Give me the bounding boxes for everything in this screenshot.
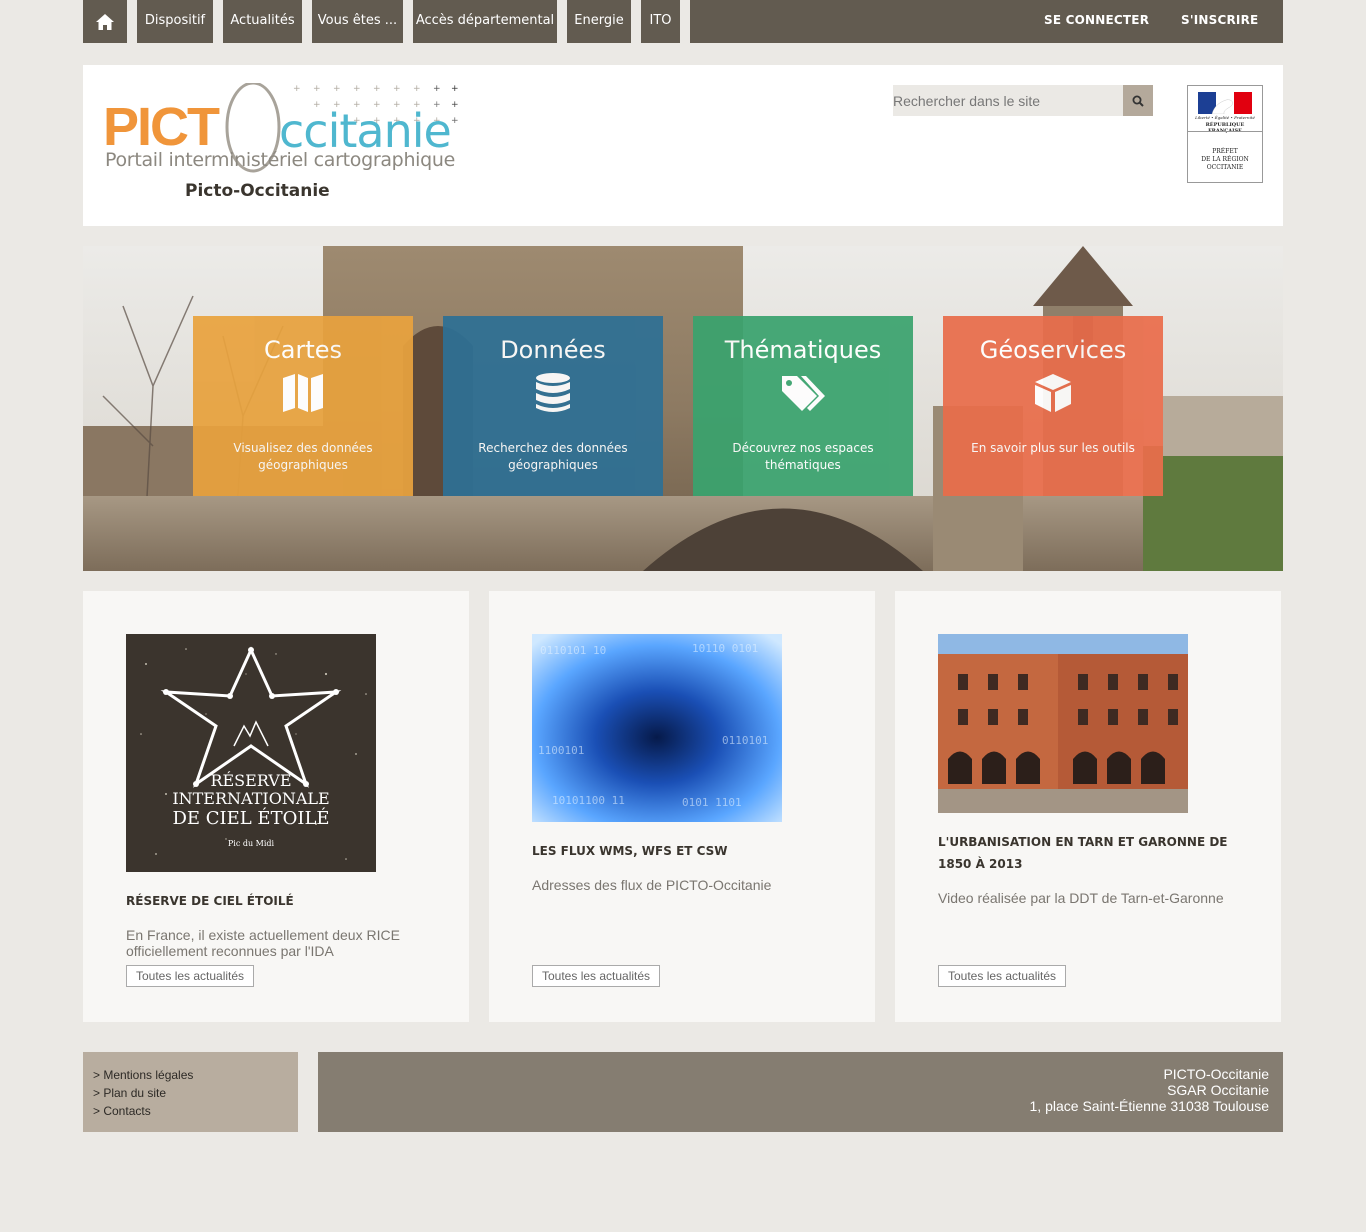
nav-separator	[302, 0, 312, 43]
tile-description: Recherchez des données géographiques	[478, 441, 628, 472]
news-card: 0110101 10 10110 0101 1100101 0110101 1010…	[489, 591, 875, 1022]
tile-thematiques[interactable]: Thématiques Découvrez nos espaces thémat…	[693, 316, 913, 496]
svg-text:+: +	[451, 84, 459, 94]
svg-text:PICT: PICT	[103, 97, 220, 157]
home-button[interactable]	[83, 0, 127, 43]
prefect-title: PRÉFET DE LA RÉGION OCCITANIE	[1188, 148, 1262, 172]
register-link[interactable]: S'INSCRIRE	[1181, 0, 1258, 43]
tile-title: Géoservices	[979, 336, 1127, 364]
news-image[interactable]: RÉSERVE INTERNATIONALE DE CIEL ÉTOILÉ Pi…	[126, 634, 376, 872]
nav-separator	[680, 0, 690, 43]
svg-text:+: +	[293, 84, 301, 94]
news-card: L'urbanisation en Tarn et Garonne de 185…	[895, 591, 1281, 1022]
map-icon	[283, 374, 323, 412]
svg-text:+: +	[451, 100, 459, 110]
footer-address-line: PICTO-Occitanie	[1163, 1066, 1269, 1082]
nav-separator	[403, 0, 413, 43]
news-card: RÉSERVE INTERNATIONALE DE CIEL ÉTOILÉ Pi…	[83, 591, 469, 1022]
svg-text:+: +	[451, 116, 459, 126]
svg-text:0110101: 0110101	[722, 734, 768, 747]
search-input[interactable]	[893, 85, 1123, 116]
svg-text:INTERNATIONALE: INTERNATIONALE	[172, 789, 329, 808]
svg-text:RÉSERVE: RÉSERVE	[210, 770, 291, 790]
tile-title: Cartes	[263, 336, 342, 364]
tile-description: Découvrez nos espaces thématiques	[732, 441, 874, 472]
svg-text:+: +	[353, 84, 361, 94]
hero-banner: Cartes Visualisez des données géographiq…	[83, 246, 1283, 571]
marianne-flag-icon	[1198, 92, 1252, 114]
nav-separator	[631, 0, 641, 43]
nav-item-ito[interactable]: ITO	[641, 0, 680, 43]
home-icon	[96, 13, 114, 30]
nav-item-acces-departemental[interactable]: Accès départemental	[413, 0, 557, 43]
footer-links: > Mentions légales > Plan du site > Cont…	[83, 1052, 298, 1132]
svg-text:+: +	[313, 84, 321, 94]
footer-link-contacts[interactable]: > Contacts	[93, 1102, 298, 1120]
tile-cartes[interactable]: Cartes Visualisez des données géographiq…	[193, 316, 413, 496]
database-icon	[536, 373, 570, 412]
news-title[interactable]: L'urbanisation en Tarn et Garonne de 185…	[938, 831, 1248, 875]
svg-text:0101 1101: 0101 1101	[682, 796, 742, 809]
all-news-button[interactable]: Toutes les actualités	[532, 965, 661, 987]
all-news-button[interactable]: Toutes les actualités	[126, 965, 255, 987]
tile-description: Visualisez des données géographiques	[233, 441, 373, 472]
cube-icon	[1035, 374, 1071, 412]
prefect-line-3: OCCITANIE	[1206, 164, 1244, 171]
footer-link-plan-du-site[interactable]: > Plan du site	[93, 1084, 298, 1102]
site-header: + + + + + + + + + + + + + + + + + + + + + + + PICT ccitanie …	[83, 65, 1283, 226]
prefect-logo[interactable]: Liberté • Égalité • Fraternité RÉPUBLIQU…	[1187, 85, 1263, 183]
logo-subtitle: Portail interministériel cartographique	[105, 149, 456, 171]
footer-address-line: 1, place Saint-Étienne 31038 Toulouse	[1029, 1098, 1269, 1114]
footer-address-line: SGAR Occitanie	[1167, 1082, 1269, 1098]
login-link[interactable]: SE CONNECTER	[1044, 0, 1149, 43]
news-summary: Adresses des flux de PICTO-Occitanie	[532, 877, 772, 893]
svg-text:+: +	[413, 84, 421, 94]
top-navigation: Dispositif Actualités Vous êtes ... Accè…	[83, 0, 1283, 43]
news-image[interactable]	[938, 634, 1188, 813]
tile-geoservices[interactable]: Géoservices En savoir plus sur les outil…	[943, 316, 1163, 496]
svg-text:+: +	[373, 84, 381, 94]
tile-description: En savoir plus sur les outils	[971, 441, 1135, 455]
nav-separator	[557, 0, 567, 43]
svg-text:0110101 10: 0110101 10	[540, 644, 606, 657]
nav-item-actualites[interactable]: Actualités	[223, 0, 302, 43]
svg-text:+: +	[393, 84, 401, 94]
news-title[interactable]: Les flux WMS, WFS et CSW	[532, 840, 842, 862]
svg-text:Pic du Midi: Pic du Midi	[228, 839, 275, 848]
nav-item-vous-etes[interactable]: Vous êtes ...	[312, 0, 403, 43]
search-icon	[1132, 95, 1144, 107]
nav-separator	[213, 0, 223, 43]
tile-title: Thématiques	[724, 336, 882, 364]
svg-text:10101100 11: 10101100 11	[552, 794, 625, 807]
tile-donnees[interactable]: Données Recherchez des données géographi…	[443, 316, 663, 496]
news-summary: Video réalisée par la DDT de Tarn-et-Gar…	[938, 890, 1224, 906]
svg-text:+: +	[433, 84, 441, 94]
prefect-line-1: PRÉFET	[1212, 148, 1238, 155]
nav-item-energie[interactable]: Energie	[567, 0, 631, 43]
search-button[interactable]	[1123, 85, 1153, 116]
news-image[interactable]: 0110101 10 10110 0101 1100101 0110101 1010…	[532, 634, 782, 822]
svg-text:10110 0101: 10110 0101	[692, 642, 758, 655]
tile-title: Données	[500, 336, 606, 364]
prefect-line-2: DE LA RÉGION	[1201, 156, 1249, 163]
prefect-republic: RÉPUBLIQUE FRANÇAISE	[1205, 122, 1245, 134]
all-news-button[interactable]: Toutes les actualités	[938, 965, 1067, 987]
news-summary: En France, il existe actuellement deux R…	[126, 927, 400, 959]
starry-sky-image: RÉSERVE INTERNATIONALE DE CIEL ÉTOILÉ Pi…	[126, 634, 376, 872]
svg-text:DE CIEL ÉTOILÉ: DE CIEL ÉTOILÉ	[172, 806, 329, 829]
footer-link-mentions-legales[interactable]: > Mentions légales	[93, 1066, 298, 1084]
nav-item-dispositif[interactable]: Dispositif	[137, 0, 213, 43]
tags-icon	[782, 376, 825, 411]
binary-tunnel-image: 0110101 10 10110 0101 1100101 0110101 1010…	[532, 634, 782, 822]
news-title[interactable]: Réserve de ciel étoilé	[126, 890, 436, 912]
svg-text:1100101: 1100101	[538, 744, 584, 757]
site-name: Picto-Occitanie	[185, 181, 330, 201]
prefect-divider	[1188, 131, 1262, 132]
search-form	[893, 85, 1153, 116]
svg-text:+: +	[333, 84, 341, 94]
footer-address: PICTO-Occitanie SGAR Occitanie 1, place …	[318, 1052, 1283, 1132]
town-square-image	[938, 634, 1188, 813]
prefect-motto: Liberté • Égalité • Fraternité	[1195, 115, 1255, 120]
